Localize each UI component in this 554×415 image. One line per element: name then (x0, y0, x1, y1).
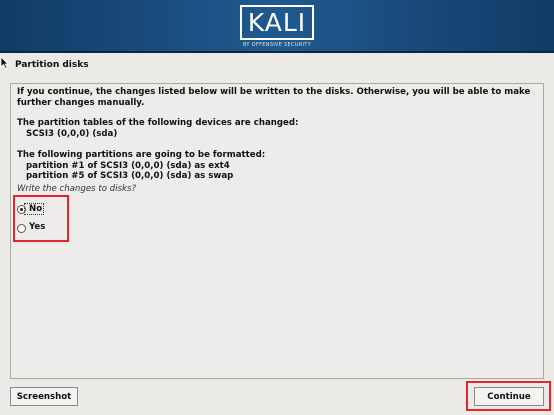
format-item: partition #5 of SCSI3 (0,0,0) (sda) as s… (26, 171, 234, 181)
mouse-pointer-icon (0, 56, 9, 69)
tables-device: SCSI3 (0,0,0) (sda) (26, 129, 118, 139)
format-item: partition #1 of SCSI3 (0,0,0) (sda) as e… (26, 161, 230, 171)
kali-logo: KALI BY OFFENSIVE SECURITY (237, 4, 317, 50)
tables-heading: The partition tables of the following de… (17, 118, 299, 128)
highlight-box-continue (466, 381, 551, 411)
logo-subtitle: BY OFFENSIVE SECURITY (242, 42, 312, 48)
kali-banner: KALI BY OFFENSIVE SECURITY (0, 0, 554, 53)
format-heading: The following partitions are going to be… (17, 150, 266, 160)
logo-text: KALI (239, 5, 315, 40)
intro-text-line1: If you continue, the changes listed belo… (17, 87, 531, 97)
highlight-box-options (13, 195, 69, 242)
screenshot-button[interactable]: Screenshot (10, 387, 78, 406)
page-title: Partition disks (15, 60, 89, 70)
question-text: Write the changes to disks? (17, 184, 137, 194)
intro-text-line2: further changes manually. (17, 98, 145, 108)
